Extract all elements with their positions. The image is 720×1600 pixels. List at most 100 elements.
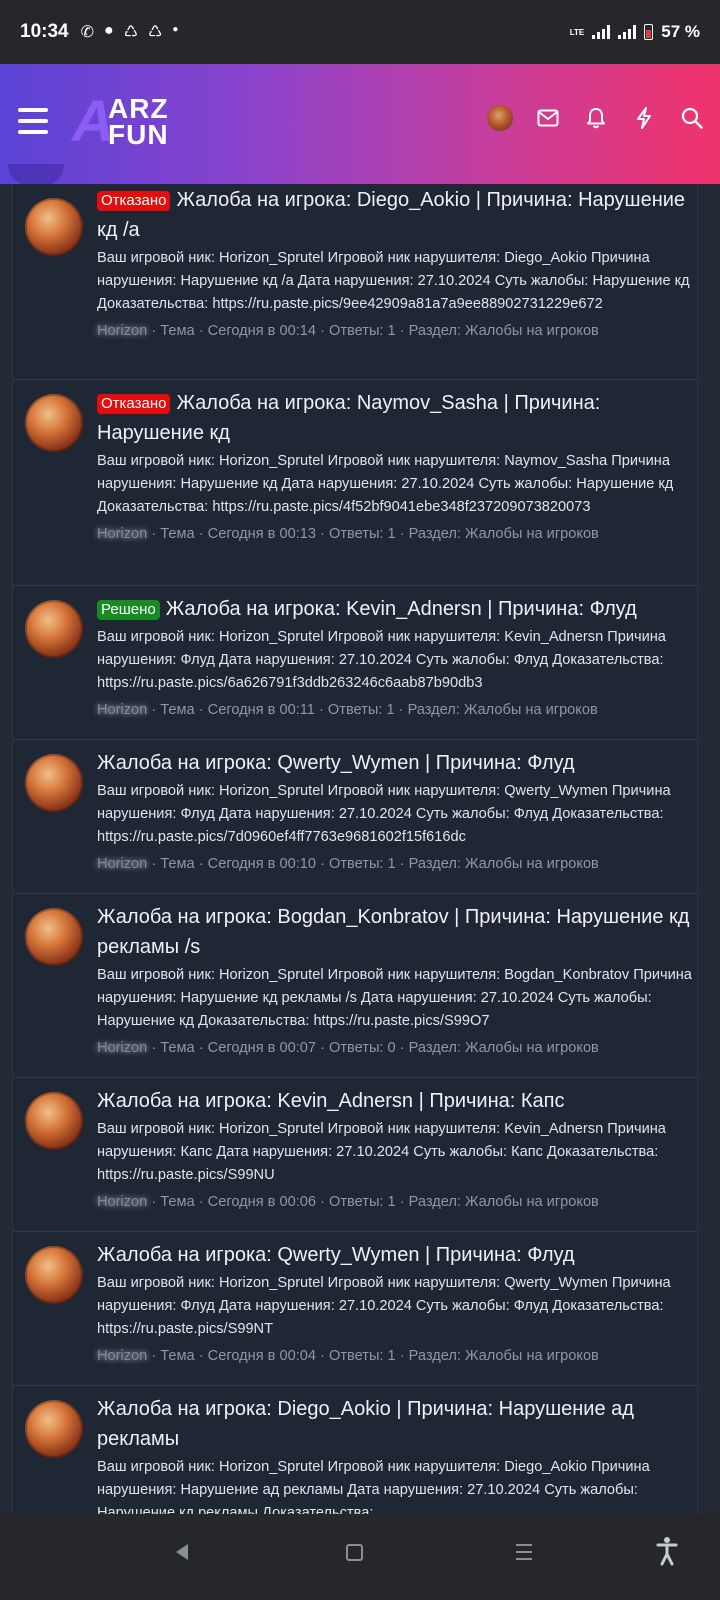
content-type: Тема <box>160 1194 195 1210</box>
author-link[interactable]: Horizon <box>97 1348 147 1364</box>
thread-title[interactable]: Жалоба на игрока: Diego_Aokio | Причина:… <box>97 189 685 241</box>
header-tab-indicator <box>8 164 64 186</box>
thread-title-link[interactable]: Отказано Жалоба на игрока: Diego_Aokio | … <box>97 185 697 245</box>
thread-title[interactable]: Жалоба на игрока: Kevin_Adnersn | Причин… <box>97 1086 697 1116</box>
content-type: Тема <box>160 1348 195 1364</box>
header-actions <box>486 104 706 132</box>
post-time: Сегодня в 00:10 <box>207 856 316 872</box>
thread-title[interactable]: Жалоба на игрока: Qwerty_Wymen | Причина… <box>97 1240 697 1270</box>
site-logo[interactable]: A ARZ FUN <box>72 93 192 151</box>
thread-snippet: Ваш игровой ник: Horizon_Sprutel Игровой… <box>97 1459 650 1514</box>
thread-item: Жалоба на игрока: Qwerty_Wymen | Причина… <box>13 1232 697 1386</box>
lightning-icon[interactable] <box>630 104 658 132</box>
viber-icon: ✆ <box>80 24 95 41</box>
content-type: Тема <box>160 856 195 872</box>
author-link[interactable]: Horizon <box>97 702 147 718</box>
thread-meta: Horizon · Тема · Сегодня в 00:04 · Ответ… <box>97 1348 599 1364</box>
thread-item: Жалоба на игрока: Kevin_Adnersn | Причин… <box>13 1078 697 1232</box>
author-avatar[interactable] <box>25 600 83 658</box>
section-link[interactable]: Раздел: Жалобы на игроков <box>409 1040 599 1056</box>
thread-title-link[interactable]: Решено Жалоба на игрока: Kevin_Adnersn | … <box>97 594 697 624</box>
site-header: A ARZ FUN <box>0 64 720 186</box>
thread-item: Жалоба на игрока: Diego_Aokio | Причина:… <box>13 1386 697 1514</box>
bell-icon[interactable] <box>582 104 610 132</box>
replies-count: Ответы: 1 <box>329 323 396 339</box>
author-link[interactable]: Horizon <box>97 1040 147 1056</box>
thread-title[interactable]: Жалоба на игрока: Kevin_Adnersn | Причин… <box>166 598 637 620</box>
battery-icon <box>644 24 654 40</box>
content-type: Тема <box>160 702 195 718</box>
author-avatar[interactable] <box>25 1092 83 1150</box>
back-icon[interactable] <box>176 1544 188 1560</box>
notification-icons: ✆ ● ♺ ♺ ● <box>81 22 179 42</box>
status-badge-refused: Отказано <box>97 394 171 414</box>
logo-line2: FUN <box>108 119 169 150</box>
thread-snippet: Ваш игровой ник: Horizon_Sprutel Игровой… <box>97 453 674 515</box>
system-navigation-bar <box>0 1514 720 1600</box>
author-avatar[interactable] <box>25 1400 83 1458</box>
author-avatar[interactable] <box>25 754 83 812</box>
search-icon[interactable] <box>678 104 706 132</box>
replies-count: Ответы: 1 <box>329 526 396 542</box>
thread-meta: Horizon · Тема · Сегодня в 00:06 · Ответ… <box>97 1194 599 1210</box>
thread-item: Решено Жалоба на игрока: Kevin_Adnersn | … <box>13 586 697 740</box>
status-right: LTE 57 % <box>570 22 700 42</box>
status-badge-solved: Решено <box>97 600 160 620</box>
recycle-icon: ♺ <box>148 24 163 41</box>
author-link[interactable]: Horizon <box>97 323 147 339</box>
post-time: Сегодня в 00:07 <box>207 1040 316 1056</box>
section-link[interactable]: Раздел: Жалобы на игроков <box>409 1348 599 1364</box>
thread-snippet: Ваш игровой ник: Horizon_Sprutel Игровой… <box>97 1275 671 1337</box>
mail-icon[interactable] <box>534 104 562 132</box>
section-link[interactable]: Раздел: Жалобы на игроков <box>409 856 599 872</box>
thread-snippet: Ваш игровой ник: Horizon_Sprutel Игровой… <box>97 967 692 1029</box>
status-bar: 10:34 ✆ ● ♺ ♺ ● LTE 57 % <box>0 0 720 64</box>
thread-meta: Horizon · Тема · Сегодня в 00:10 · Ответ… <box>97 856 599 872</box>
author-link[interactable]: Horizon <box>97 1194 147 1210</box>
post-time: Сегодня в 00:04 <box>207 1348 316 1364</box>
dot-icon: ● <box>172 24 179 35</box>
thread-item: Отказано Жалоба на игрока: Naymov_Sasha |… <box>13 380 697 586</box>
thread-title[interactable]: Жалоба на игрока: Qwerty_Wymen | Причина… <box>97 748 697 778</box>
section-link[interactable]: Раздел: Жалобы на игроков <box>409 323 599 339</box>
content-type: Тема <box>160 1040 195 1056</box>
lte-label: LTE <box>569 27 585 37</box>
accessibility-icon[interactable] <box>656 1536 678 1566</box>
thread-item: Жалоба на игрока: Bogdan_Konbratov | При… <box>13 894 697 1078</box>
thread-snippet: Ваш игровой ник: Horizon_Sprutel Игровой… <box>97 250 690 312</box>
thread-snippet: Ваш игровой ник: Horizon_Sprutel Игровой… <box>97 783 671 845</box>
thread-title[interactable]: Жалоба на игрока: Diego_Aokio | Причина:… <box>97 1394 697 1454</box>
hamburger-menu-icon[interactable] <box>18 108 48 134</box>
author-avatar[interactable] <box>25 908 83 966</box>
section-link[interactable]: Раздел: Жалобы на игроков <box>409 1194 599 1210</box>
author-avatar[interactable] <box>25 1246 83 1304</box>
signal-icon <box>592 25 611 39</box>
author-link[interactable]: Horizon <box>97 856 147 872</box>
content-type: Тема <box>160 526 195 542</box>
replies-count: Ответы: 1 <box>329 856 396 872</box>
replies-count: Ответы: 1 <box>329 1348 396 1364</box>
section-link[interactable]: Раздел: Жалобы на игроков <box>409 526 599 542</box>
thread-meta: Horizon · Тема · Сегодня в 00:11 · Ответ… <box>97 702 598 718</box>
section-link[interactable]: Раздел: Жалобы на игроков <box>408 702 598 718</box>
author-link[interactable]: Horizon <box>97 526 147 542</box>
post-time: Сегодня в 00:11 <box>207 702 315 718</box>
recycle-icon: ♺ <box>123 24 139 41</box>
post-time: Сегодня в 00:13 <box>207 526 316 542</box>
thread-meta: Horizon · Тема · Сегодня в 00:14 · Ответ… <box>97 323 599 339</box>
thread-title[interactable]: Жалоба на игрока: Naymov_Sasha | Причина… <box>97 392 600 444</box>
thread-title-link[interactable]: Отказано Жалоба на игрока: Naymov_Sasha |… <box>97 388 697 448</box>
thread-item: Жалоба на игрока: Qwerty_Wymen | Причина… <box>13 740 697 894</box>
thread-title[interactable]: Жалоба на игрока: Bogdan_Konbratov | При… <box>97 902 697 962</box>
user-avatar[interactable] <box>486 104 514 132</box>
post-time: Сегодня в 00:06 <box>207 1194 316 1210</box>
replies-count: Ответы: 0 <box>329 1040 396 1056</box>
home-icon[interactable] <box>346 1544 363 1561</box>
thread-snippet: Ваш игровой ник: Horizon_Sprutel Игровой… <box>97 1121 666 1183</box>
recent-apps-icon[interactable] <box>516 1544 532 1565</box>
author-avatar[interactable] <box>25 394 83 452</box>
thread-meta: Horizon · Тема · Сегодня в 00:13 · Ответ… <box>97 526 599 542</box>
content-type: Тема <box>160 323 195 339</box>
thread-list: Отказано Жалоба на игрока: Diego_Aokio | … <box>12 184 698 1514</box>
author-avatar[interactable] <box>25 198 83 256</box>
